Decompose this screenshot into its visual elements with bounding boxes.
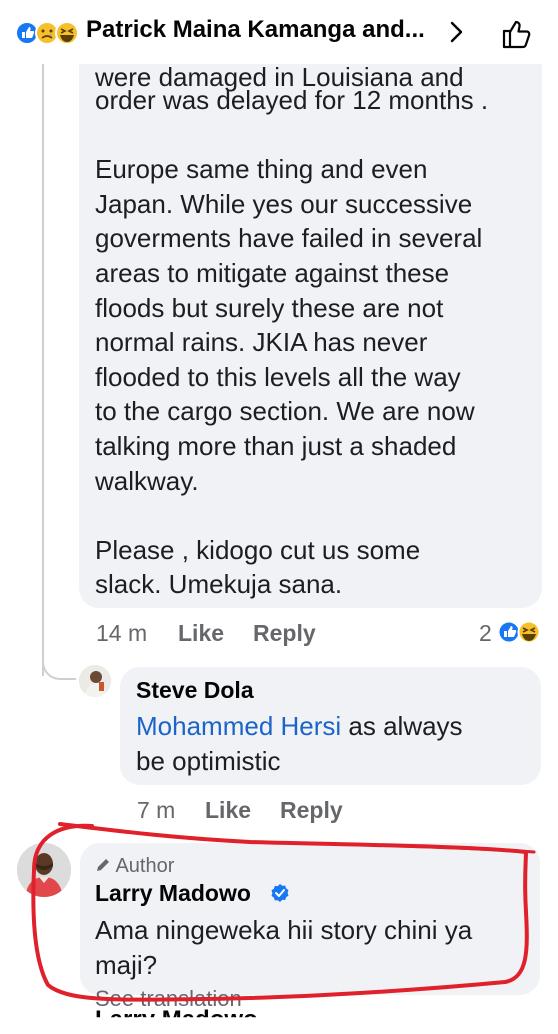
mention-link[interactable]: Mohammed Hersi [136,711,341,741]
comment-text-cut-line: were damaged in Louisiana and [95,62,464,92]
reply-button[interactable]: Reply [253,620,316,647]
reply-author[interactable]: Larry Madowo [95,880,251,907]
reply-button[interactable]: Reply [280,797,343,824]
conversation-header: Patrick Maina Kamanga and... [0,0,558,64]
like-icon [15,21,39,45]
sad-icon [35,21,59,45]
like-icon [497,620,521,644]
comment-timestamp: 14 m [96,620,148,646]
reply-text-line-1: Ama ningeweka hii story chini ya [95,915,473,945]
haha-icon [517,620,541,644]
reply-timestamp: 7 m [137,797,176,823]
like-button[interactable]: Like [178,620,224,647]
next-comment-cut [0,1006,558,1024]
reply-author[interactable]: Steve Dola [136,677,254,704]
chevron-right-icon[interactable] [444,18,468,46]
thread-connector [42,646,76,680]
avatar-photo [17,843,71,897]
avatar-photo [79,665,111,697]
haha-icon [55,21,79,45]
thread-line [42,40,44,676]
author-label: Author [115,855,175,877]
reaction-icons[interactable] [14,20,82,46]
comment-text: order was delayed for 12 months . Europe… [95,85,489,600]
author-badge: Author [95,855,174,878]
comment-reactions[interactable] [497,620,543,644]
verified-badge-icon [271,884,289,902]
reaction-count[interactable]: 2 [479,620,492,647]
like-button[interactable]: Like [205,797,251,824]
avatar[interactable] [79,665,111,697]
thumbs-up-icon[interactable] [500,17,534,51]
author-avatar[interactable] [17,843,71,897]
reply-text-line-2: be optimistic [136,746,281,776]
pencil-icon [97,859,109,871]
reply-text-line-1: Mohammed Hersi as always [136,711,463,742]
reply-text-line-2: maji? [95,950,158,980]
conversation-title[interactable]: Patrick Maina Kamanga and... [86,16,425,44]
reply-text: as always [341,711,463,741]
